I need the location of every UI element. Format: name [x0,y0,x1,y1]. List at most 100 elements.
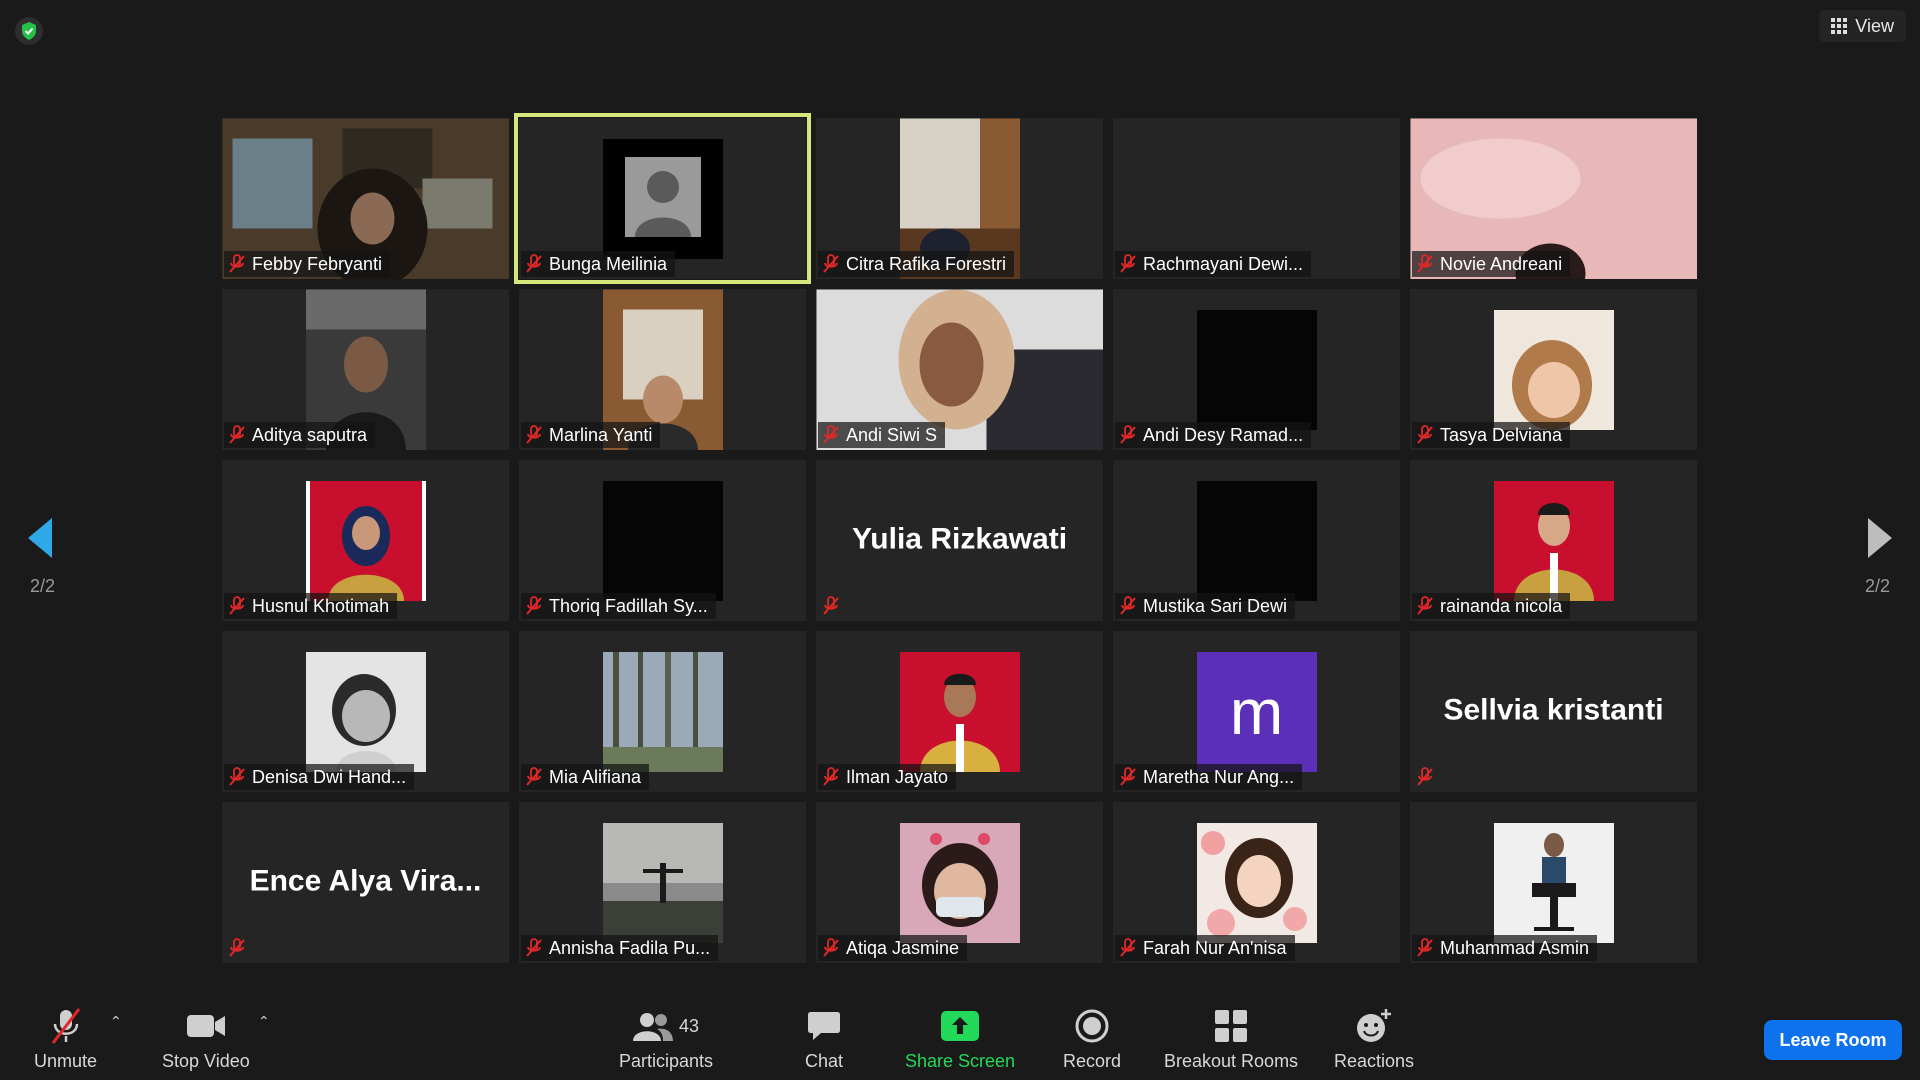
share-screen-button[interactable]: Share Screen [905,1005,1015,1072]
share-screen-label: Share Screen [905,1051,1016,1071]
participant-tile[interactable]: Atiqa Jasmine [816,802,1103,963]
muted-mic-icon [1417,596,1433,615]
unmute-button[interactable]: Unmute [34,1005,97,1072]
participant-tile[interactable]: Andi Siwi S [816,289,1103,450]
muted-mic-icon [1417,425,1433,444]
participant-tile-active-speaker[interactable]: Bunga Meilinia [514,113,811,284]
name-label: Bunga Meilinia [521,251,676,277]
muted-mic-icon [229,767,245,786]
participant-name: Novie Andreani [1440,253,1563,274]
muted-mic-icon [526,938,542,957]
participant-name: Ilman Jayato [846,766,949,787]
view-button[interactable]: View [1819,10,1906,42]
name-label: Atiqa Jasmine [818,935,968,961]
video-options-caret-icon[interactable]: ⌃ [258,1013,270,1030]
participants-button[interactable]: 43 Participants [619,1005,713,1072]
name-label [818,593,848,619]
security-shield-icon[interactable] [14,16,44,46]
name-label: Marlina Yanti [521,422,661,448]
participants-count: 43 [679,1015,700,1036]
name-label: Mustika Sari Dewi [1115,593,1296,619]
emoji-reaction-icon [1357,1009,1392,1042]
participant-name: Marlina Yanti [549,424,653,445]
participant-tile[interactable]: Rachmayani Dewi... [1113,118,1400,279]
participant-tile[interactable]: Farah Nur An'nisa [1113,802,1400,963]
name-label: Maretha Nur Ang... [1115,764,1303,790]
participant-name: Annisha Fadila Pu... [549,937,711,958]
participant-tile[interactable]: Thoriq Fadillah Sy... [519,460,806,621]
profile-picture [305,651,426,772]
participant-display-name: Ence Alya Vira... [249,863,482,897]
leave-room-button[interactable]: Leave Room [1764,1020,1902,1060]
participant-name: Maretha Nur Ang... [1143,766,1295,787]
participant-name: Farah Nur An'nisa [1143,937,1287,958]
participant-tile[interactable]: Muhammad Asmin [1410,802,1697,963]
muted-mic-icon [526,425,542,444]
participant-tile[interactable]: Citra Rafika Forestri [816,118,1103,279]
muted-mic-icon [526,767,542,786]
participant-tile[interactable]: Sellvia kristanti [1410,631,1697,792]
breakout-rooms-button[interactable]: Breakout Rooms [1164,1005,1298,1072]
participant-name: Denisa Dwi Hand... [252,766,407,787]
name-label: Citra Rafika Forestri [818,251,1015,277]
muted-mic-icon [229,596,245,615]
participant-tile[interactable]: Husnul Khotimah [222,460,509,621]
participant-tile[interactable]: Mustika Sari Dewi [1113,460,1400,621]
reactions-button[interactable]: Reactions [1334,1005,1414,1072]
muted-mic-icon [526,596,542,615]
name-label: Mia Alifiana [521,764,650,790]
profile-picture [899,651,1020,772]
record-button[interactable]: Record [1063,1005,1121,1072]
participant-tile[interactable]: Denisa Dwi Hand... [222,631,509,792]
participant-name: Mia Alifiana [549,766,642,787]
name-label: Annisha Fadila Pu... [521,935,719,961]
previous-page-arrow-icon[interactable] [26,516,56,560]
view-label: View [1855,15,1894,36]
name-label [1412,764,1442,790]
participant-name: Andi Siwi S [846,424,938,445]
participant-tile[interactable]: Annisha Fadila Pu... [519,802,806,963]
participant-tile[interactable]: Tasya Delviana [1410,289,1697,450]
muted-mic-icon [1120,767,1136,786]
participant-name: Husnul Khotimah [252,595,390,616]
participant-display-name: Sellvia kristanti [1443,692,1664,726]
name-label: Muhammad Asmin [1412,935,1598,961]
muted-mic-icon [823,596,839,615]
name-label: Febby Febryanti [224,251,391,277]
name-label: Husnul Khotimah [224,593,398,619]
participant-tile[interactable]: Febby Febryanti [222,118,509,279]
participant-tile[interactable]: Andi Desy Ramad... [1113,289,1400,450]
name-label: rainanda nicola [1412,593,1571,619]
grid-icon [1831,18,1848,34]
participant-tile[interactable]: Yulia Rizkawati [816,460,1103,621]
record-label: Record [1063,1051,1122,1071]
next-page-arrow-icon[interactable] [1864,516,1894,560]
participant-tile[interactable]: Mia Alifiana [519,631,806,792]
chat-button[interactable]: Chat [805,1005,843,1072]
stop-video-button[interactable]: Stop Video [162,1005,250,1072]
participant-name: Febby Febryanti [252,253,383,274]
reactions-label: Reactions [1334,1051,1415,1071]
participant-name: rainanda nicola [1440,595,1563,616]
participant-tile[interactable]: rainanda nicola [1410,460,1697,621]
participant-tile[interactable]: Aditya saputra [222,289,509,450]
participant-tile[interactable]: m Maretha Nur Ang... [1113,631,1400,792]
participant-tile[interactable]: Marlina Yanti [519,289,806,450]
participant-tile[interactable]: Ilman Jayato [816,631,1103,792]
profile-picture [1196,480,1317,601]
muted-mic-icon [823,767,839,786]
participant-tile[interactable]: Ence Alya Vira... [222,802,509,963]
participant-name: Tasya Delviana [1440,424,1563,445]
muted-mic-icon [823,425,839,444]
participant-name: Atiqa Jasmine [846,937,960,958]
muted-mic-icon [1120,938,1136,957]
profile-picture [1196,822,1317,943]
participant-tile[interactable]: Novie Andreani [1410,118,1697,279]
name-label: Novie Andreani [1412,251,1571,277]
muted-mic-icon [823,254,839,273]
avatar-letter: m [1229,675,1284,748]
audio-options-caret-icon[interactable]: ⌃ [110,1013,122,1030]
participant-name: Thoriq Fadillah Sy... [549,595,708,616]
muted-mic-icon [823,938,839,957]
participant-gallery: Febby Febryanti Bunga Meilinia Citra Raf… [222,113,1697,963]
